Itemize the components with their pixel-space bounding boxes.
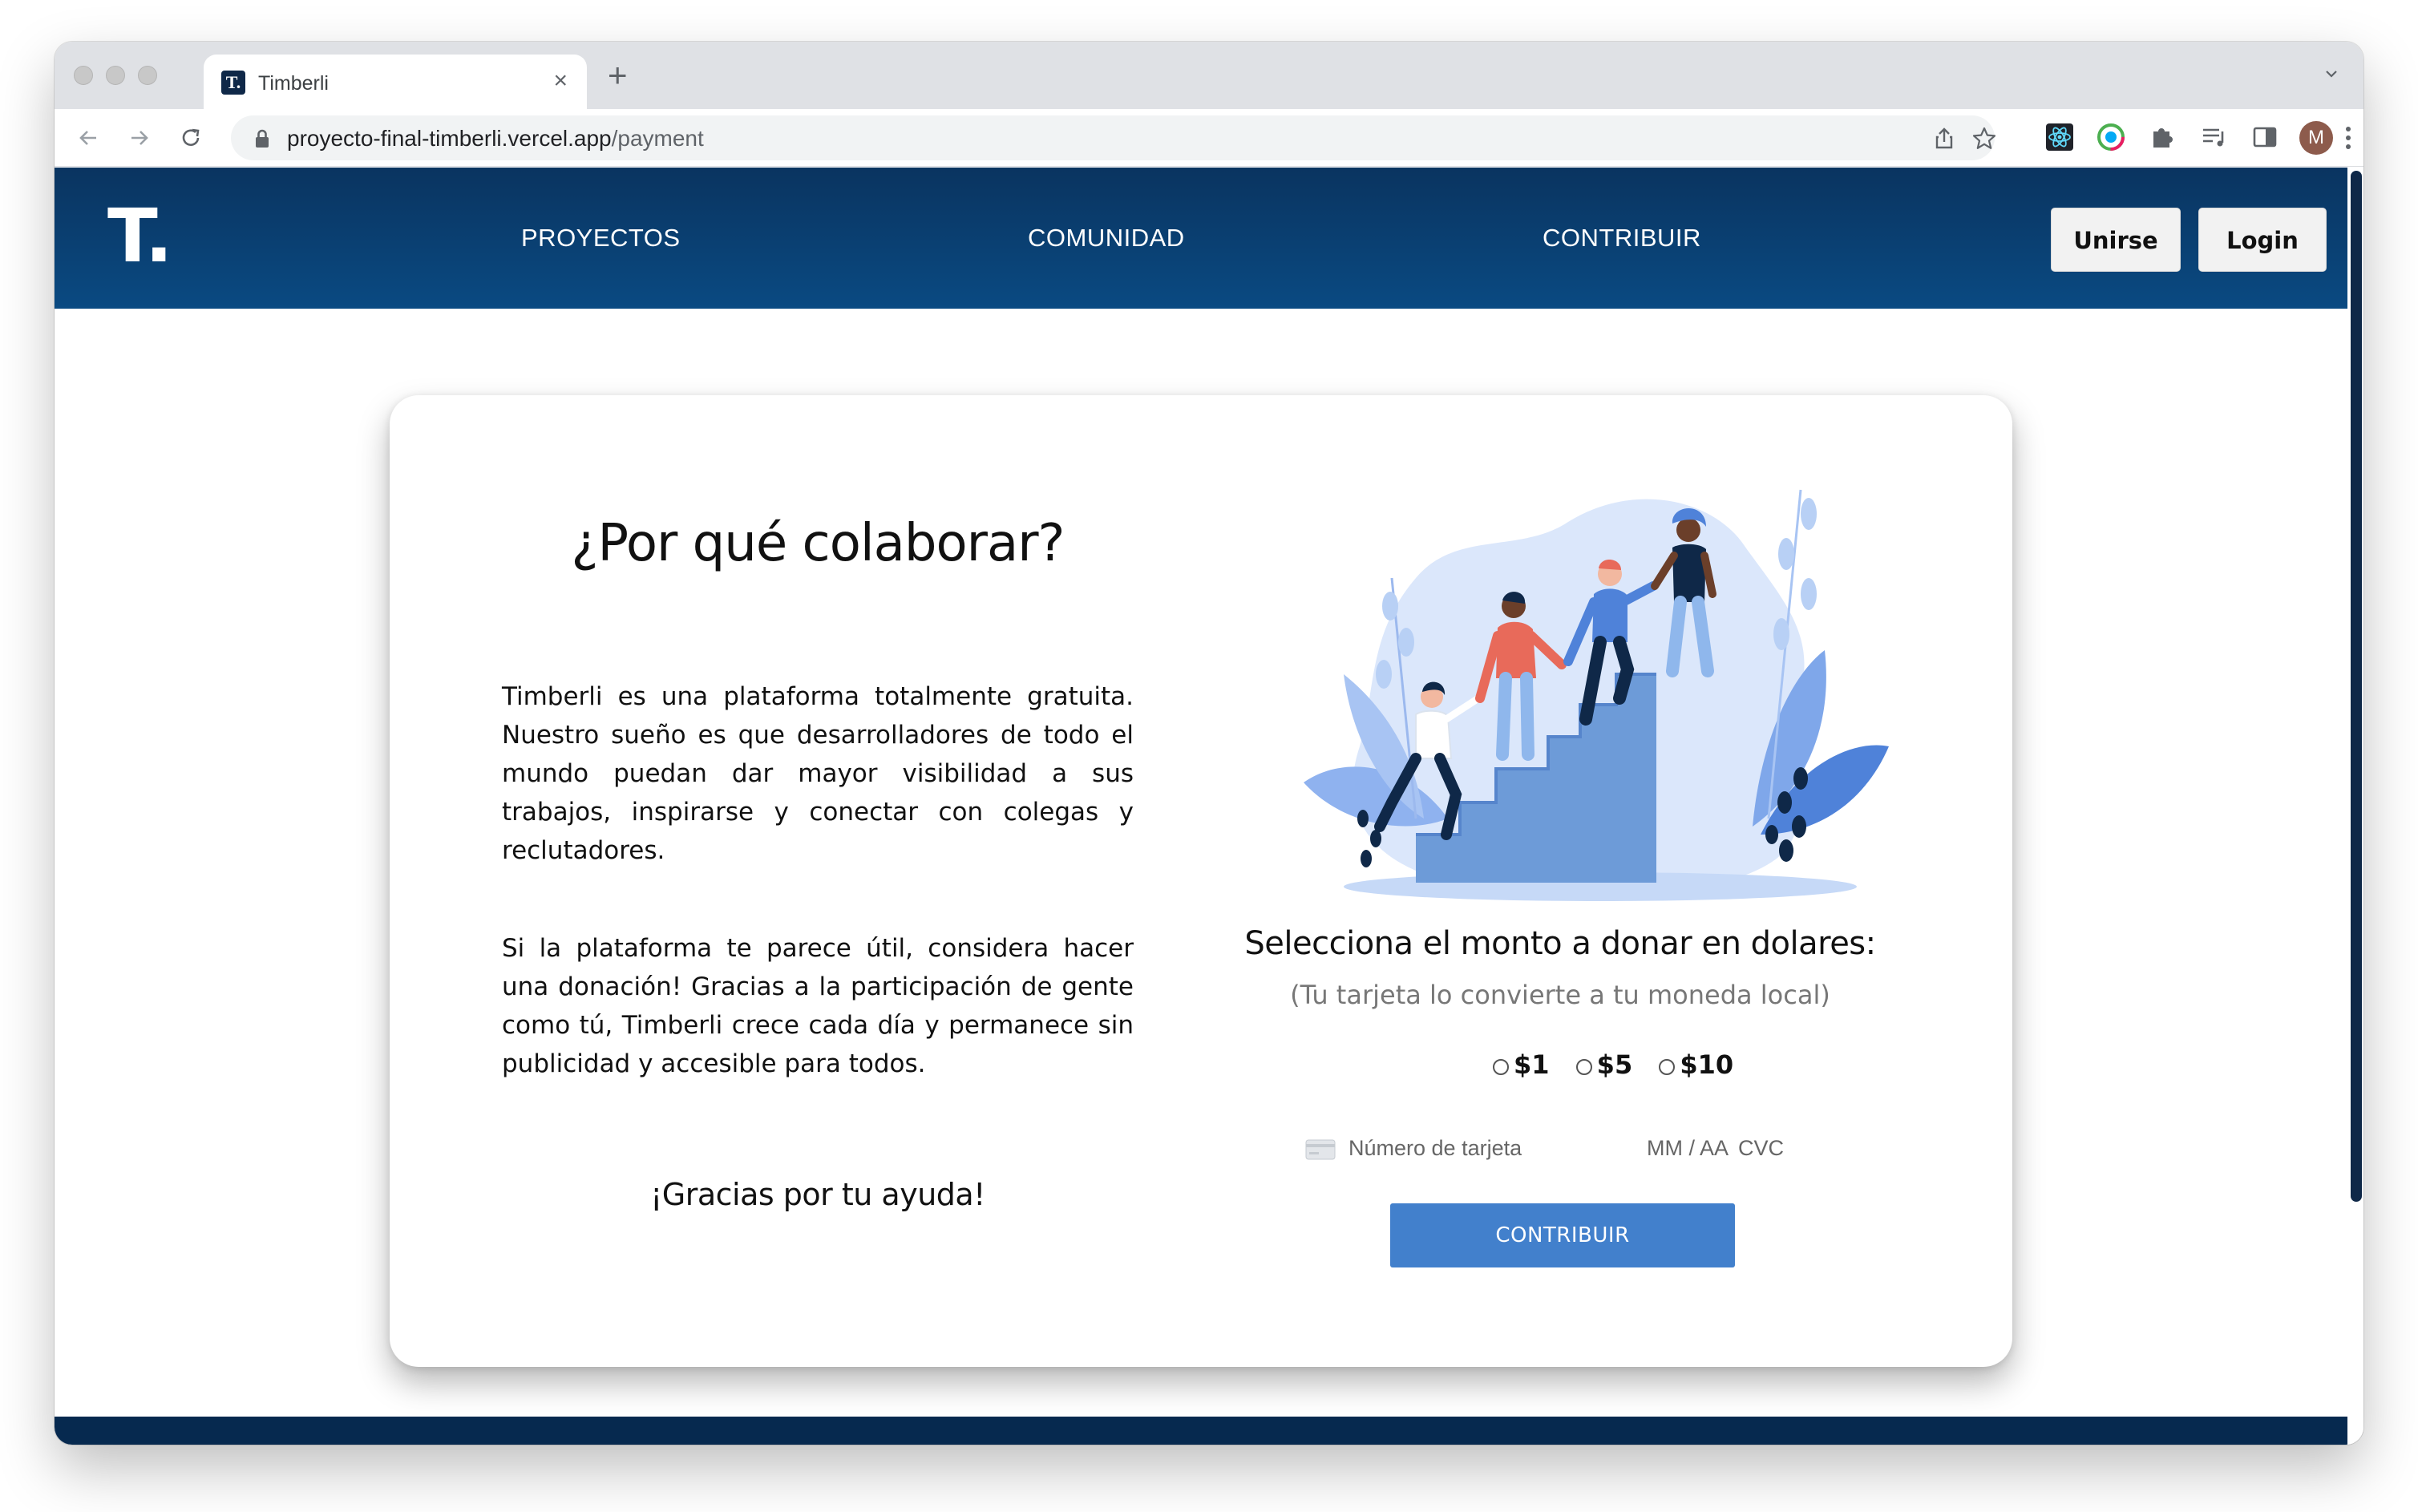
tab-strip: T. Timberli × + [55, 42, 2363, 109]
reload-icon[interactable] [176, 123, 205, 152]
react-devtools-extension-icon[interactable] [2044, 122, 2075, 152]
browser-toolbar: proyecto-final-timberli.vercel.app/payme… [55, 109, 2363, 167]
amount-option-10[interactable]: $10 [1659, 1045, 1733, 1085]
url-host: proyecto-final-timberli.vercel.app [287, 126, 612, 151]
color-extension-icon[interactable] [2096, 122, 2126, 152]
close-window-button[interactable] [74, 66, 93, 85]
amount-label-5: $5 [1596, 1049, 1633, 1080]
amount-option-5[interactable]: $5 [1575, 1045, 1633, 1085]
url-text[interactable]: proyecto-final-timberli.vercel.app/payme… [287, 126, 704, 152]
tab-favicon: T. [221, 71, 245, 95]
site-logo[interactable]: T. [107, 196, 173, 277]
zoom-window-button[interactable] [138, 66, 157, 85]
profile-avatar[interactable]: M [2299, 121, 2333, 155]
card-expiry-input[interactable]: MM / AA [1647, 1136, 1729, 1161]
amount-label-10: $10 [1680, 1049, 1734, 1080]
amount-option-1[interactable]: $1 [1493, 1045, 1550, 1085]
intro-paragraph: Timberli es una plataforma totalmente gr… [502, 682, 1134, 865]
minimize-window-button[interactable] [106, 66, 125, 85]
card-input-field[interactable]: Número de tarjeta MM / AA CVC [1305, 1131, 1802, 1170]
forward-arrow-icon[interactable] [125, 123, 154, 152]
tab-close-icon[interactable]: × [553, 67, 568, 95]
tab-search-chevron-icon[interactable] [2323, 66, 2339, 82]
lock-icon[interactable] [253, 128, 271, 149]
login-button[interactable]: Login [2198, 208, 2327, 272]
page-title: ¿Por qué colaborar? [571, 514, 1065, 573]
thanks-text: ¡Gracias por tu ayuda! [650, 1177, 985, 1212]
amount-radio-1[interactable] [1493, 1059, 1509, 1075]
credit-card-icon [1305, 1139, 1336, 1160]
amount-options: $1 $5 $10 [1493, 1045, 1751, 1085]
new-tab-icon[interactable]: + [608, 59, 628, 92]
tab-title: Timberli [258, 72, 329, 95]
side-panel-icon[interactable] [2250, 122, 2280, 152]
share-icon[interactable] [1931, 125, 1958, 152]
browser-tab[interactable]: T. Timberli × [204, 55, 587, 109]
card-number-input[interactable]: Número de tarjeta [1348, 1136, 1522, 1161]
donation-subtitle: (Tu tarjeta lo convierte a tu moneda loc… [1290, 980, 1830, 1010]
donation-paragraph: Si la plataforma te parece útil, conside… [502, 934, 1134, 1078]
bookmark-star-icon[interactable] [1971, 125, 1998, 152]
back-arrow-icon[interactable] [74, 123, 103, 152]
reading-list-icon[interactable] [2198, 122, 2229, 152]
join-button[interactable]: Unirse [2051, 208, 2181, 272]
amount-radio-5[interactable] [1575, 1059, 1592, 1075]
site-header: T. PROYECTOS COMUNIDAD CONTRIBUIR Unirse… [55, 168, 2347, 309]
card-cvc-input[interactable]: CVC [1738, 1136, 1784, 1161]
browser-window: T. Timberli × + proyecto-final-timberli.… [55, 42, 2363, 1445]
address-bar[interactable]: proyecto-final-timberli.vercel.app/payme… [231, 115, 1998, 160]
nav-link-proyectos[interactable]: PROYECTOS [521, 224, 681, 253]
team-climbing-stairs-illustration [1304, 489, 1889, 901]
extensions-puzzle-icon[interactable] [2147, 122, 2177, 152]
url-path: /payment [611, 126, 704, 151]
donation-title: Selecciona el monto a donar en dolares: [1244, 925, 1876, 962]
browser-menu-icon[interactable] [2344, 123, 2352, 152]
amount-radio-10[interactable] [1659, 1059, 1676, 1075]
donation-card: ¿Por qué colaborar? Timberli es una plat… [390, 395, 2012, 1367]
scrollbar-thumb[interactable] [2351, 171, 2362, 1202]
page-viewport: T. PROYECTOS COMUNIDAD CONTRIBUIR Unirse… [55, 168, 2363, 1445]
contribute-button[interactable]: CONTRIBUIR [1390, 1203, 1735, 1267]
nav-link-comunidad[interactable]: COMUNIDAD [1028, 224, 1185, 253]
nav-link-contribuir[interactable]: CONTRIBUIR [1543, 224, 1701, 253]
amount-label-1: $1 [1514, 1049, 1550, 1080]
site-footer [55, 1417, 2347, 1445]
